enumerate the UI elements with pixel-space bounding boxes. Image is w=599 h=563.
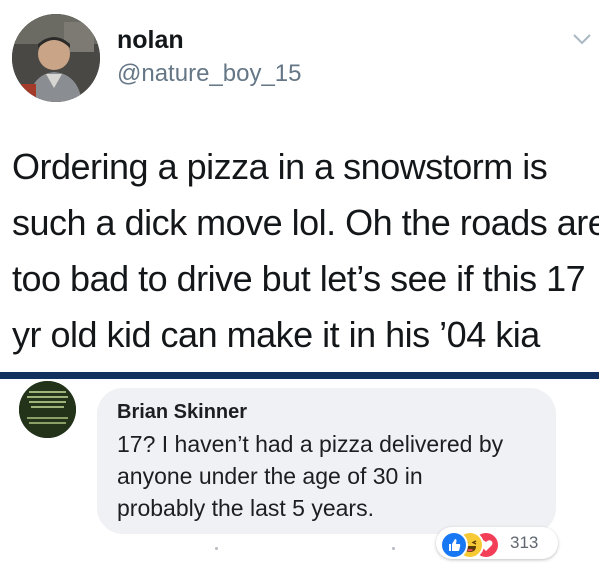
chevron-down-icon[interactable] <box>571 30 593 48</box>
reactions-summary[interactable]: 313 <box>436 527 558 559</box>
display-name[interactable]: nolan <box>117 26 184 55</box>
tweet-text-line: Ordering a pizza in a snowstorm is <box>12 146 548 187</box>
commenter-avatar[interactable] <box>19 381 76 438</box>
tweet-text: Ordering a pizza in a snowstorm is such … <box>12 139 599 363</box>
tweet-text-line: yr old kid can make it in his ’04 kia <box>12 314 540 355</box>
separator-dot <box>215 547 218 550</box>
like-icon <box>440 531 468 559</box>
commenter-name[interactable]: Brian Skinner <box>117 401 247 424</box>
comment-text-line: anyone under the age of 30 in <box>117 463 423 489</box>
comment-text-line: probably the last 5 years. <box>117 495 374 521</box>
comment-text: 17? I haven’t had a pizza delivered by a… <box>117 428 547 524</box>
user-handle[interactable]: @nature_boy_15 <box>117 60 302 88</box>
tweet-text-line: such a dick move lol. Oh the roads are <box>12 202 599 243</box>
user-avatar[interactable] <box>12 14 100 102</box>
comment-text-line: 17? I haven’t had a pizza delivered by <box>117 431 504 457</box>
reaction-count: 313 <box>510 533 539 552</box>
separator-dot <box>392 547 395 550</box>
tweet-text-line: too bad to drive but let’s see if this 1… <box>12 258 586 299</box>
tweet-card: nolan @nature_boy_15 Ordering a pizza in… <box>0 0 599 372</box>
section-divider <box>0 372 599 379</box>
